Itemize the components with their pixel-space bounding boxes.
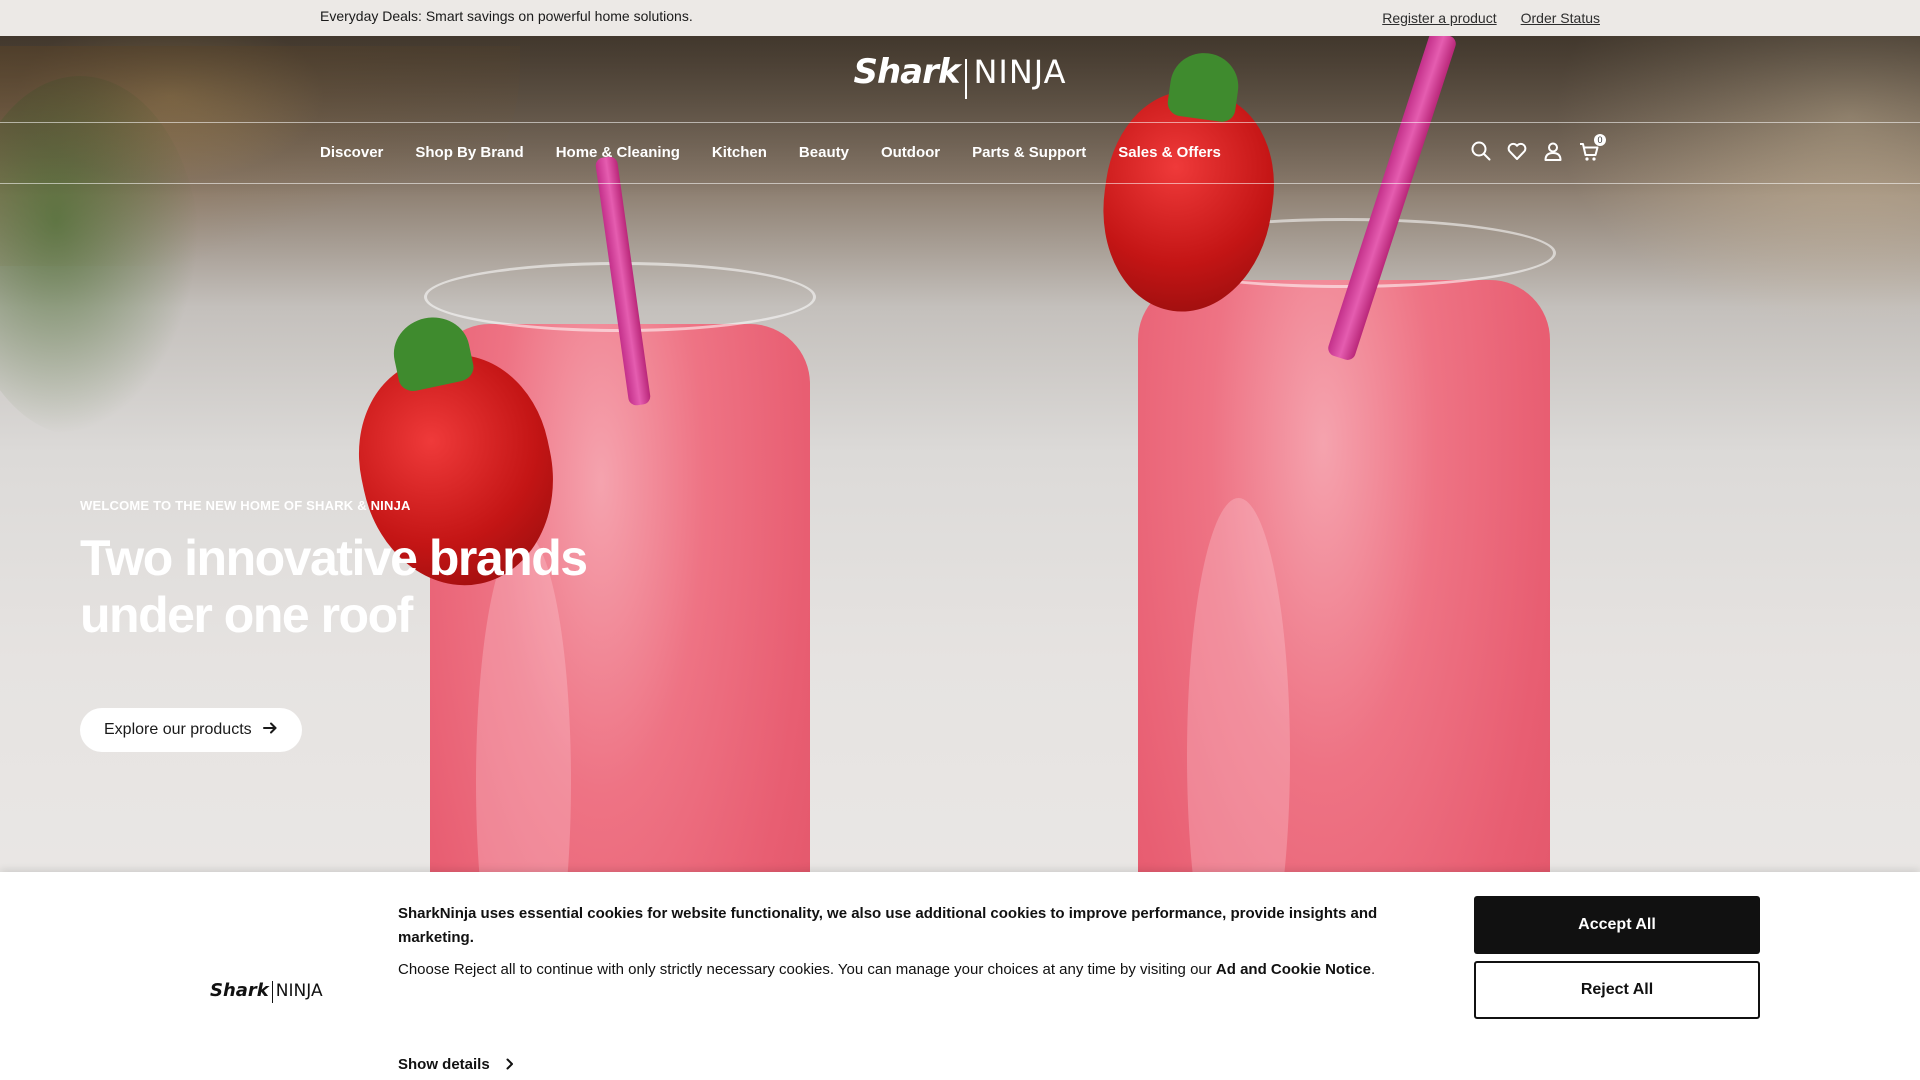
nav-shop-by-brand[interactable]: Shop By Brand: [415, 144, 523, 161]
nav-outdoor[interactable]: Outdoor: [881, 144, 940, 161]
nav-sales-offers[interactable]: Sales & Offers: [1118, 144, 1221, 161]
order-status-link[interactable]: Order Status: [1521, 10, 1600, 26]
hero-headline: Two innovative brands under one roof: [80, 530, 680, 644]
cart-count-badge: 0: [1594, 134, 1606, 146]
headline-line-1: Two innovative brands: [80, 530, 588, 586]
search-icon[interactable]: [1470, 140, 1492, 162]
register-product-link[interactable]: Register a product: [1382, 10, 1496, 26]
sharkninja-logo[interactable]: Shark NINJA: [0, 52, 1920, 99]
show-details-button[interactable]: Show details: [398, 1056, 514, 1074]
reject-all-button[interactable]: Reject All: [1474, 961, 1760, 1019]
announcement-bar: Everyday Deals: Smart savings on powerfu…: [0, 0, 1920, 36]
deal-text: Everyday Deals: Smart savings on powerfu…: [320, 8, 693, 24]
headline-line-2: under one roof: [80, 587, 413, 643]
chevron-right-icon: [506, 1057, 514, 1074]
heart-icon[interactable]: [1506, 140, 1528, 162]
explore-products-button[interactable]: Explore our products: [80, 708, 302, 752]
topbar-links: Register a product Order Status: [1382, 10, 1600, 26]
explore-products-label: Explore our products: [104, 721, 252, 738]
cookie-message: SharkNinja uses essential cookies for we…: [398, 902, 1418, 982]
user-icon[interactable]: [1542, 140, 1564, 162]
nav-kitchen[interactable]: Kitchen: [712, 144, 767, 161]
nav-parts-support[interactable]: Parts & Support: [972, 144, 1086, 161]
arrow-right-icon: [262, 720, 278, 741]
cookie-message-main: SharkNinja uses essential cookies for we…: [398, 905, 1378, 946]
cookie-notice-link[interactable]: Ad and Cookie Notice: [1216, 961, 1371, 978]
show-details-label: Show details: [398, 1056, 490, 1073]
cart-icon[interactable]: 0: [1578, 134, 1606, 162]
cookie-message-detail: Choose Reject all to continue with only …: [398, 961, 1376, 978]
logo-shark: Shark: [853, 52, 960, 92]
main-nav: Discover Shop By Brand Home & Cleaning K…: [320, 144, 1221, 161]
cookie-logo: Shark NINJA: [210, 980, 323, 1003]
nav-home-cleaning[interactable]: Home & Cleaning: [556, 144, 680, 161]
nav-beauty[interactable]: Beauty: [799, 144, 849, 161]
header-divider-top: [0, 122, 1920, 123]
hero-eyebrow: WELCOME TO THE NEW HOME OF SHARK & NINJA: [80, 498, 411, 513]
header-icons: 0: [1470, 134, 1606, 162]
header-divider-bottom: [0, 183, 1920, 184]
nav-discover[interactable]: Discover: [320, 144, 383, 161]
accept-all-button[interactable]: Accept All: [1474, 896, 1760, 954]
cookie-banner: Shark NINJA SharkNinja uses essential coo…: [0, 872, 1920, 1080]
logo-ninja: NINJA: [973, 53, 1067, 91]
